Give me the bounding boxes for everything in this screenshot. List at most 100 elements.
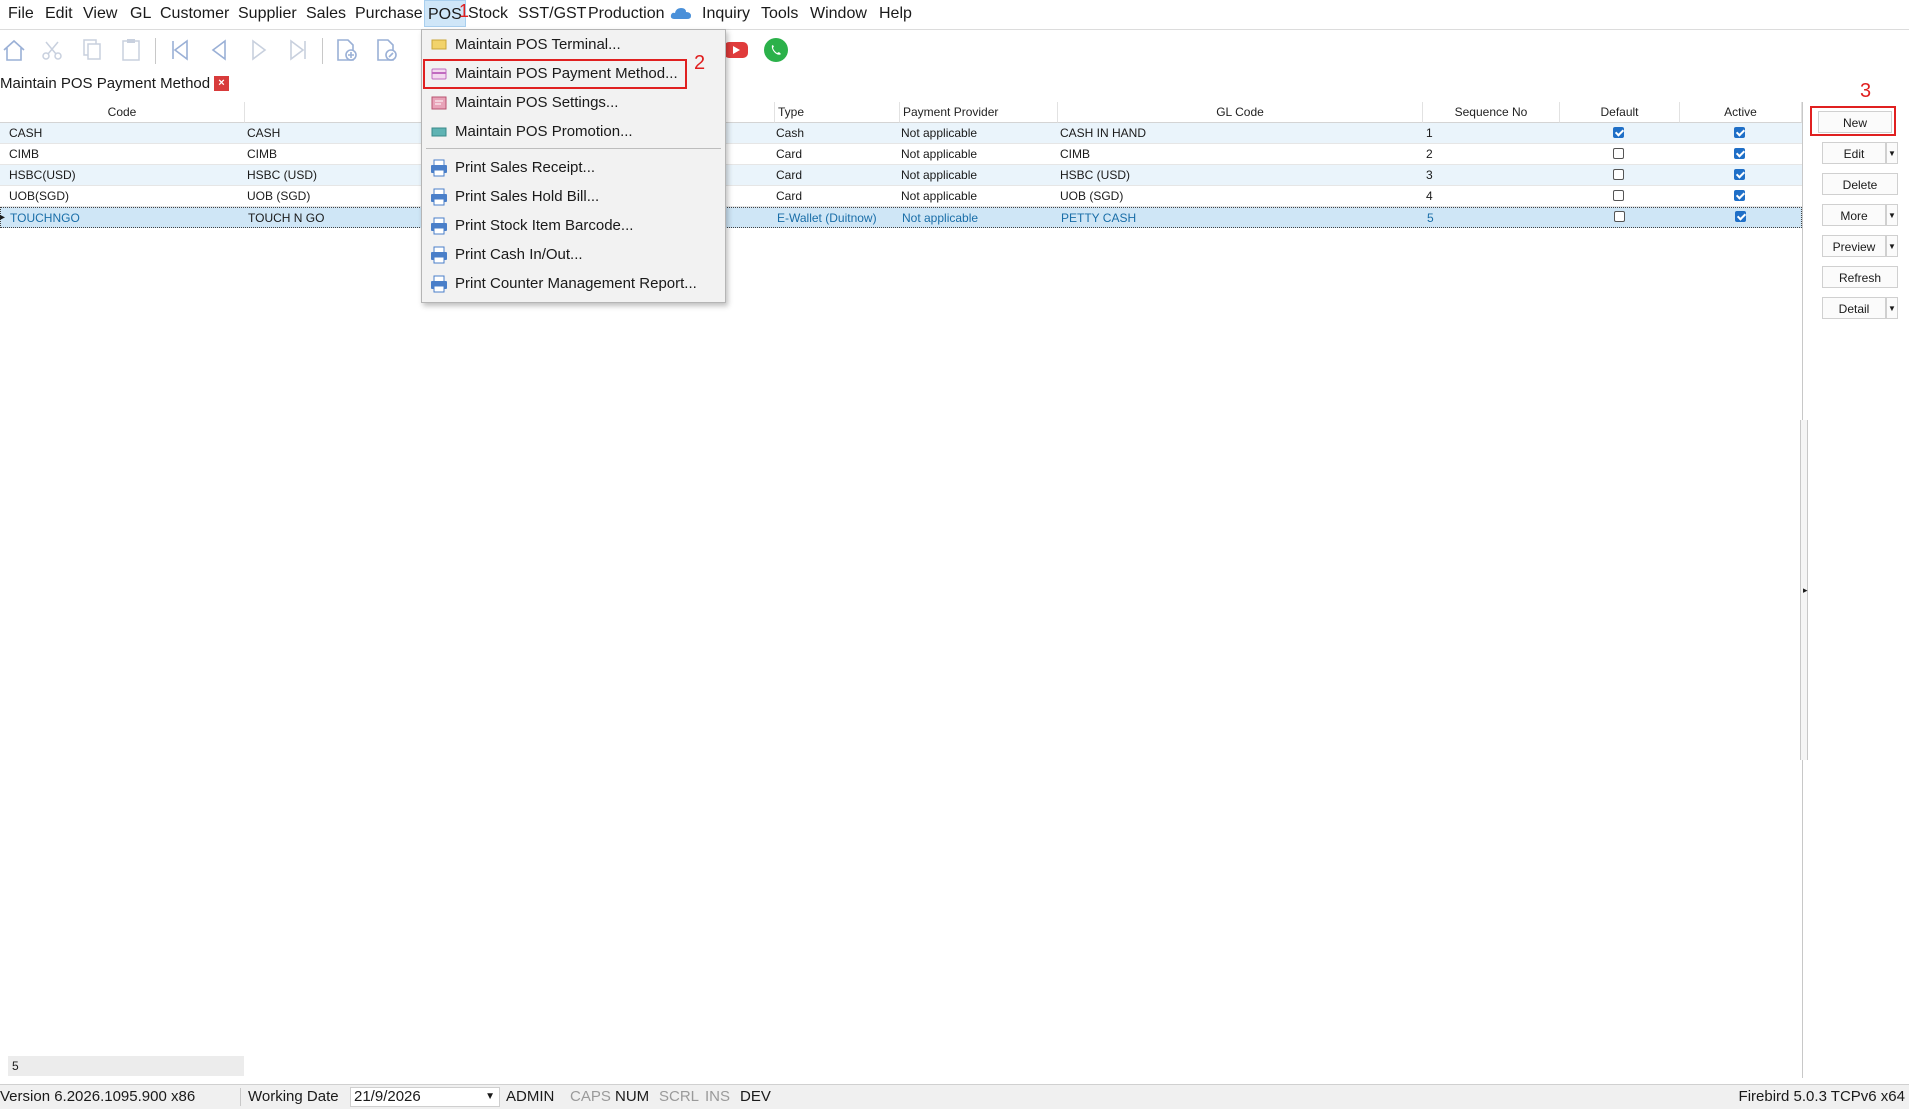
cloud-icon[interactable] xyxy=(670,6,692,20)
paste-icon[interactable] xyxy=(118,36,146,64)
active-checkbox[interactable] xyxy=(1735,211,1746,222)
table-row[interactable]: CIMB CIMB Card Not applicable CIMB 2 xyxy=(0,144,1802,165)
refresh-button[interactable]: Refresh xyxy=(1822,266,1898,288)
edit-button[interactable]: Edit xyxy=(1822,142,1886,164)
active-checkbox[interactable] xyxy=(1734,127,1745,138)
column-header-default[interactable]: Default xyxy=(1560,102,1680,123)
menu-window[interactable]: Window xyxy=(810,5,867,23)
cell-gl-code: UOB (SGD) xyxy=(1060,189,1124,203)
column-header-sequence-no[interactable]: Sequence No xyxy=(1423,102,1560,123)
document-tab[interactable]: Maintain POS Payment Method xyxy=(0,72,210,96)
annotation-2: 2 xyxy=(694,52,706,74)
delete-button[interactable]: Delete xyxy=(1822,173,1898,195)
detail-button[interactable]: Detail xyxy=(1822,297,1886,319)
column-header-code[interactable]: Code xyxy=(0,102,245,123)
settings-icon xyxy=(430,94,448,112)
column-header-active[interactable]: Active xyxy=(1680,102,1802,123)
payment-method-grid: Code Type Payment Provider GL Code Seque… xyxy=(0,102,1803,1078)
menu-item-maintain-pos-settings[interactable]: Maintain POS Settings... xyxy=(422,90,725,116)
default-checkbox[interactable] xyxy=(1613,148,1624,159)
cell-description: HSBC (USD) xyxy=(247,168,318,182)
menu-bar: File Edit View GL Customer Supplier Sale… xyxy=(0,0,1909,30)
table-row[interactable]: CASH CASH Cash Not applicable CASH IN HA… xyxy=(0,123,1802,144)
cut-icon[interactable] xyxy=(38,36,66,64)
working-date-value: 21/9/2026 xyxy=(354,1088,421,1105)
menu-item-print-sales-receipt[interactable]: Print Sales Receipt... xyxy=(422,155,725,181)
last-record-icon[interactable] xyxy=(285,36,313,64)
menu-supplier[interactable]: Supplier xyxy=(238,5,297,23)
edit-document-icon[interactable] xyxy=(372,36,400,64)
status-bar: Version 6.2026.1095.900 x86 Working Date… xyxy=(0,1084,1909,1109)
cell-code: CASH xyxy=(9,126,43,140)
edit-dropdown-icon[interactable]: ▼ xyxy=(1886,142,1898,164)
menu-edit[interactable]: Edit xyxy=(45,5,73,23)
menu-customer[interactable]: Customer xyxy=(160,5,229,23)
chevron-down-icon[interactable]: ▼ xyxy=(485,1088,495,1106)
default-checkbox[interactable] xyxy=(1613,190,1624,201)
cell-code: UOB(SGD) xyxy=(9,189,69,203)
detail-dropdown-icon[interactable]: ▼ xyxy=(1886,297,1898,319)
active-checkbox[interactable] xyxy=(1734,148,1745,159)
menu-item-print-counter-management-report[interactable]: Print Counter Management Report... xyxy=(422,271,725,297)
first-record-icon[interactable] xyxy=(165,36,193,64)
working-date-field[interactable]: 21/9/2026 ▼ xyxy=(350,1087,500,1107)
preview-dropdown-icon[interactable]: ▼ xyxy=(1886,235,1898,257)
menu-inquiry[interactable]: Inquiry xyxy=(702,5,750,23)
menu-item-print-stock-item-barcode[interactable]: Print Stock Item Barcode... xyxy=(422,213,725,239)
menu-file[interactable]: File xyxy=(8,5,34,23)
menu-stock[interactable]: Stock xyxy=(468,5,508,23)
default-checkbox[interactable] xyxy=(1614,211,1625,222)
menu-separator xyxy=(426,148,721,149)
active-checkbox[interactable] xyxy=(1734,190,1745,201)
whatsapp-icon[interactable] xyxy=(762,36,790,64)
menu-item-print-sales-hold-bill[interactable]: Print Sales Hold Bill... xyxy=(422,184,725,210)
default-checkbox[interactable] xyxy=(1613,169,1624,180)
home-icon[interactable] xyxy=(0,36,28,64)
more-dropdown-icon[interactable]: ▼ xyxy=(1886,204,1898,226)
column-header-type[interactable]: Type xyxy=(775,102,900,123)
menu-help[interactable]: Help xyxy=(879,5,912,23)
version-label: Version 6.2026.1095.900 x86 xyxy=(0,1088,196,1105)
table-row-selected[interactable]: ▸ TOUCHNGO TOUCH N GO E-Wallet (Duitnow)… xyxy=(0,207,1802,228)
cell-payment-provider: Not applicable xyxy=(901,189,978,203)
menu-item-maintain-pos-promotion[interactable]: Maintain POS Promotion... xyxy=(422,119,725,145)
new-document-icon[interactable] xyxy=(332,36,360,64)
copy-icon[interactable] xyxy=(78,36,106,64)
menu-item-print-cash-in-out[interactable]: Print Cash In/Out... xyxy=(422,242,725,268)
active-checkbox[interactable] xyxy=(1734,169,1745,180)
cell-type: Card xyxy=(776,189,803,203)
cell-gl-code: CIMB xyxy=(1060,147,1090,161)
cell-gl-code: CASH IN HAND xyxy=(1060,126,1147,140)
chevron-right-icon[interactable]: ▸ xyxy=(1803,585,1808,596)
close-tab-icon[interactable]: × xyxy=(214,76,229,91)
prev-record-icon[interactable] xyxy=(205,36,233,64)
terminal-icon xyxy=(430,36,448,54)
more-button[interactable]: More xyxy=(1822,204,1886,226)
menu-sst-gst[interactable]: SST/GST xyxy=(518,5,586,23)
column-header-gl-code[interactable]: GL Code xyxy=(1058,102,1423,123)
menu-production[interactable]: Production xyxy=(588,5,665,23)
menu-item-maintain-pos-terminal[interactable]: Maintain POS Terminal... xyxy=(422,32,725,58)
cell-code: CIMB xyxy=(9,147,39,161)
database-label: Firebird 5.0.3 TCPv6 x64 xyxy=(1738,1088,1905,1105)
caps-indicator: CAPS xyxy=(570,1088,611,1105)
youtube-icon[interactable] xyxy=(722,36,750,64)
next-record-icon[interactable] xyxy=(245,36,273,64)
menu-tools[interactable]: Tools xyxy=(761,5,798,23)
preview-button[interactable]: Preview xyxy=(1822,235,1886,257)
new-button[interactable]: New xyxy=(1818,111,1892,133)
row-indicator-icon: ▸ xyxy=(0,212,6,223)
menu-gl[interactable]: GL xyxy=(130,5,151,23)
menu-view[interactable]: View xyxy=(83,5,117,23)
printer-icon xyxy=(430,188,448,206)
cell-code: TOUCHNGO xyxy=(10,211,80,225)
cell-description: CIMB xyxy=(247,147,277,161)
table-row[interactable]: UOB(SGD) UOB (SGD) Card Not applicable U… xyxy=(0,186,1802,207)
menu-purchase[interactable]: Purchase xyxy=(355,5,423,23)
table-row[interactable]: HSBC(USD) HSBC (USD) Card Not applicable… xyxy=(0,165,1802,186)
record-count: 5 xyxy=(8,1056,244,1076)
cell-type: Cash xyxy=(776,126,805,140)
default-checkbox[interactable] xyxy=(1613,127,1624,138)
column-header-payment-provider[interactable]: Payment Provider xyxy=(900,102,1058,123)
menu-sales[interactable]: Sales xyxy=(306,5,346,23)
